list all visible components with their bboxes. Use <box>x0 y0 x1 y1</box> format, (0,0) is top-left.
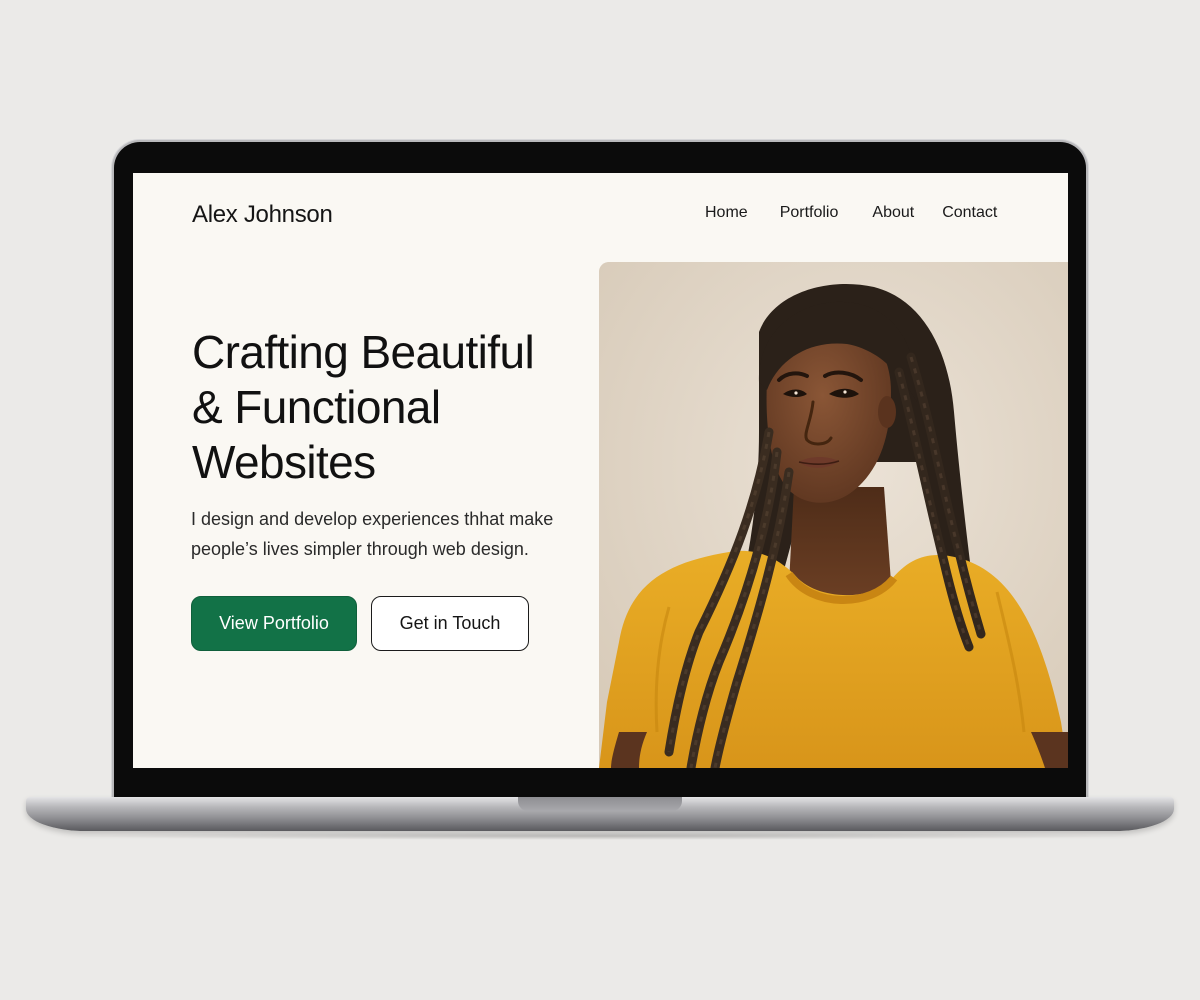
site-brand-name[interactable]: Alex Johnson <box>192 201 333 229</box>
hero-tagline-line: I design and develop experiences thhat m… <box>191 509 554 529</box>
view-portfolio-button[interactable]: View Portfolio <box>191 596 357 651</box>
laptop-opening-notch <box>518 797 682 811</box>
nav-link-contact[interactable]: Contact <box>942 204 997 222</box>
hero-portrait-photo <box>599 262 1068 768</box>
main-nav: Home Portfolio About Contact <box>705 204 997 222</box>
hero-headline: Crafting Beautiful & Functional Websites <box>192 325 612 490</box>
hero-tagline: I design and develop experiences thhat m… <box>191 504 591 564</box>
laptop-screen: Alex Johnson Home Portfolio About Contac… <box>133 173 1068 768</box>
nav-link-about[interactable]: About <box>872 204 914 222</box>
nav-link-portfolio[interactable]: Portfolio <box>780 204 839 222</box>
laptop-shadow <box>60 832 1140 840</box>
hero-headline-line: Crafting Beautiful <box>192 326 535 378</box>
nav-link-home[interactable]: Home <box>705 204 748 222</box>
hero-tagline-line: people’s lives simpler through web desig… <box>191 539 529 559</box>
get-in-touch-button[interactable]: Get in Touch <box>371 596 529 651</box>
hero-headline-line: Websites <box>192 436 376 488</box>
hero-headline-line: & Functional <box>192 381 441 433</box>
